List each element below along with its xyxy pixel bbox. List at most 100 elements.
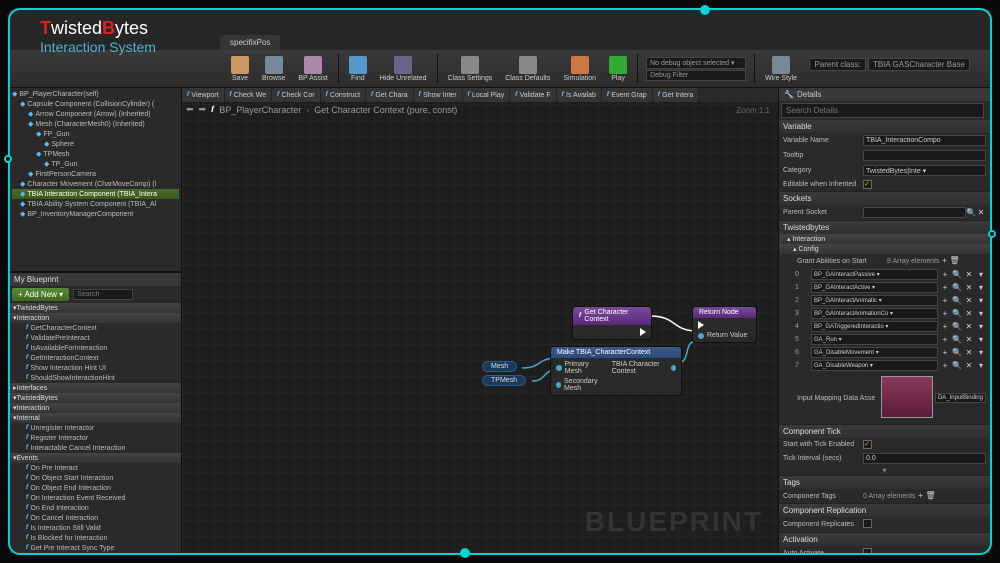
trash-icon[interactable]: 🗑 [950, 256, 960, 266]
clear-icon[interactable]: ✕ [964, 348, 974, 358]
clear-icon[interactable]: ✕ [964, 283, 974, 293]
forward-icon[interactable]: ➡ [199, 104, 207, 115]
graph-tab[interactable]: 𝒇Check We [225, 88, 273, 102]
search-icon[interactable]: 🔍 [966, 208, 976, 218]
back-icon[interactable]: ⬅ [186, 104, 194, 115]
class-defaults-button[interactable]: Class Defaults [499, 54, 556, 84]
browse-button[interactable]: Browse [256, 54, 291, 84]
category-header[interactable]: ▾Internal [10, 413, 181, 423]
tooltip-input[interactable] [863, 150, 986, 161]
blueprint-item[interactable]: 𝒇 Register Interactor [10, 433, 181, 443]
component-item[interactable]: ◆ Arrow Component (Arrow) (Inherited) [12, 109, 179, 119]
blueprint-item[interactable]: 𝒇 IsAvailableForInteraction [10, 343, 181, 353]
category-header[interactable]: ▾Interaction [10, 313, 181, 323]
clear-icon[interactable]: ✕ [964, 309, 974, 319]
component-item[interactable]: ◆ Mesh (CharacterMesh0) (Inherited) [12, 119, 179, 129]
debug-object-select[interactable]: No debug object selected ▾ [646, 57, 746, 69]
tick-interval-input[interactable] [863, 453, 986, 464]
add-icon[interactable]: + [940, 283, 950, 293]
clear-icon[interactable]: ✕ [964, 322, 974, 332]
variable-name-input[interactable] [863, 135, 986, 146]
graph-tab[interactable]: 𝒇Validate F [510, 88, 556, 102]
search-icon[interactable]: 🔍 [952, 348, 962, 358]
graph-tab[interactable]: 𝒇Construct [321, 88, 366, 102]
component-item[interactable]: ◆ Sphere [12, 139, 179, 149]
blueprint-item[interactable]: 𝒇 Interactable Cancel Interaction [10, 443, 181, 453]
component-item[interactable]: ◆ Capsule Component (CollisionCylinder) … [12, 99, 179, 109]
find-button[interactable]: Find [343, 54, 373, 84]
add-icon[interactable]: + [940, 256, 950, 266]
add-icon[interactable]: + [940, 348, 950, 358]
tick-enabled-checkbox[interactable] [863, 440, 872, 449]
node-return[interactable]: Return Node Return Value [692, 306, 757, 343]
add-icon[interactable]: + [940, 296, 950, 306]
class-settings-button[interactable]: Class Settings [442, 54, 499, 84]
blueprint-item[interactable]: 𝒇 ValidatePreInteract [10, 333, 181, 343]
blueprint-item[interactable]: 𝒇 On Cancel Interaction [10, 513, 181, 523]
category-header[interactable]: ▾Events [10, 453, 181, 463]
dropdown-icon[interactable]: ▾ [976, 309, 986, 319]
graph-tab[interactable]: 𝒇Event Grap [602, 88, 653, 102]
blueprint-item[interactable]: 𝒇 Get Pre Interact Sync Type [10, 543, 181, 553]
editable-checkbox[interactable] [863, 180, 872, 189]
dropdown-icon[interactable]: ▾ [976, 270, 986, 280]
auto-activate-checkbox[interactable] [863, 548, 872, 553]
node-get-character-context[interactable]: 𝒇Get Character Context [572, 306, 652, 340]
category-header[interactable]: ▾TwistedBytes [10, 393, 181, 403]
ability-select[interactable]: BP_GAInteractAnimationCo ▾ [811, 308, 938, 319]
add-icon[interactable]: + [940, 335, 950, 345]
simulation-button[interactable]: Simulation [557, 54, 602, 84]
ability-select[interactable]: GA_DisableMovement ▾ [811, 347, 938, 358]
dropdown-icon[interactable]: ▾ [976, 335, 986, 345]
tpmesh-pin[interactable]: TPMesh [482, 375, 526, 386]
debug-filter[interactable]: Debug Filter [646, 70, 746, 81]
search-icon[interactable]: 🔍 [952, 322, 962, 332]
add-icon[interactable]: + [940, 309, 950, 319]
component-item[interactable]: ◆ FP_Gun [12, 129, 179, 139]
save-button[interactable]: Save [225, 54, 255, 84]
ability-select[interactable]: BP_GAInteractPassive ▾ [811, 269, 938, 280]
graph-tab[interactable]: 𝒇Is Availab [557, 88, 602, 102]
clear-icon[interactable]: ✕ [964, 296, 974, 306]
add-new-button[interactable]: + Add New ▾ [12, 288, 69, 301]
component-item[interactable]: ◆ TBIA Ability System Component (TBIA_Al [12, 199, 179, 209]
add-icon[interactable]: + [940, 270, 950, 280]
bpassist-button[interactable]: BP Assist [292, 54, 333, 84]
blueprint-item[interactable]: 𝒇 Show Interaction Hint UI [10, 363, 181, 373]
blueprint-item[interactable]: 𝒇 On Object End Interaction [10, 483, 181, 493]
wire-style-button[interactable]: Wire Style [759, 54, 803, 84]
graph-tab[interactable]: 𝒇Show Inter [414, 88, 463, 102]
dropdown-icon[interactable]: ▾ [976, 296, 986, 306]
search-icon[interactable]: 🔍 [952, 309, 962, 319]
category-select[interactable] [863, 165, 986, 176]
mesh-pin[interactable]: Mesh [482, 361, 517, 372]
blueprint-item[interactable]: 𝒇 GetCharacterContext [10, 323, 181, 333]
hide-button[interactable]: Hide Unrelated [374, 54, 433, 84]
graph-tab[interactable]: 𝒇Get Chara [366, 88, 414, 102]
ability-select[interactable]: BP_GAInteractAnimatic ▾ [811, 295, 938, 306]
dropdown-icon[interactable]: ▾ [976, 361, 986, 371]
ability-select[interactable]: GA_DisableWeapon ▾ [811, 360, 938, 371]
asset-thumbnail[interactable] [881, 376, 933, 418]
component-item[interactable]: ◆ BP_InventoryManagerComponent [12, 209, 179, 219]
search-icon[interactable]: 🔍 [952, 296, 962, 306]
parent-socket-input[interactable] [863, 207, 966, 218]
details-search[interactable] [781, 103, 984, 118]
component-item[interactable]: ◆ TP_Gun [12, 159, 179, 169]
blueprint-item[interactable]: 𝒇 On Interaction Event Received [10, 493, 181, 503]
input-mapping-select[interactable]: DA_InputBinding [935, 393, 986, 403]
component-item[interactable]: ◆ Character Movement (CharMoveComp) (I [12, 179, 179, 189]
clear-icon[interactable]: ✕ [976, 208, 986, 218]
component-item[interactable]: ◆ TPMesh [12, 149, 179, 159]
component-item[interactable]: ◆ FirstPersonCamera [12, 169, 179, 179]
dropdown-icon[interactable]: ▾ [976, 348, 986, 358]
blueprint-item[interactable]: 𝒇 Unregister Interactor [10, 423, 181, 433]
blueprint-item[interactable]: 𝒇 On Object Start Interaction [10, 473, 181, 483]
blueprint-item[interactable]: 𝒇 On Pre Interact [10, 463, 181, 473]
dropdown-icon[interactable]: ▾ [976, 283, 986, 293]
category-header[interactable]: ▾Interaction [10, 403, 181, 413]
search-icon[interactable]: 🔍 [952, 283, 962, 293]
blueprint-search[interactable] [73, 289, 133, 300]
blueprint-item[interactable]: 𝒇 Is Interaction Still Valid [10, 523, 181, 533]
graph-tab[interactable]: 𝒇Local Play [463, 88, 511, 102]
